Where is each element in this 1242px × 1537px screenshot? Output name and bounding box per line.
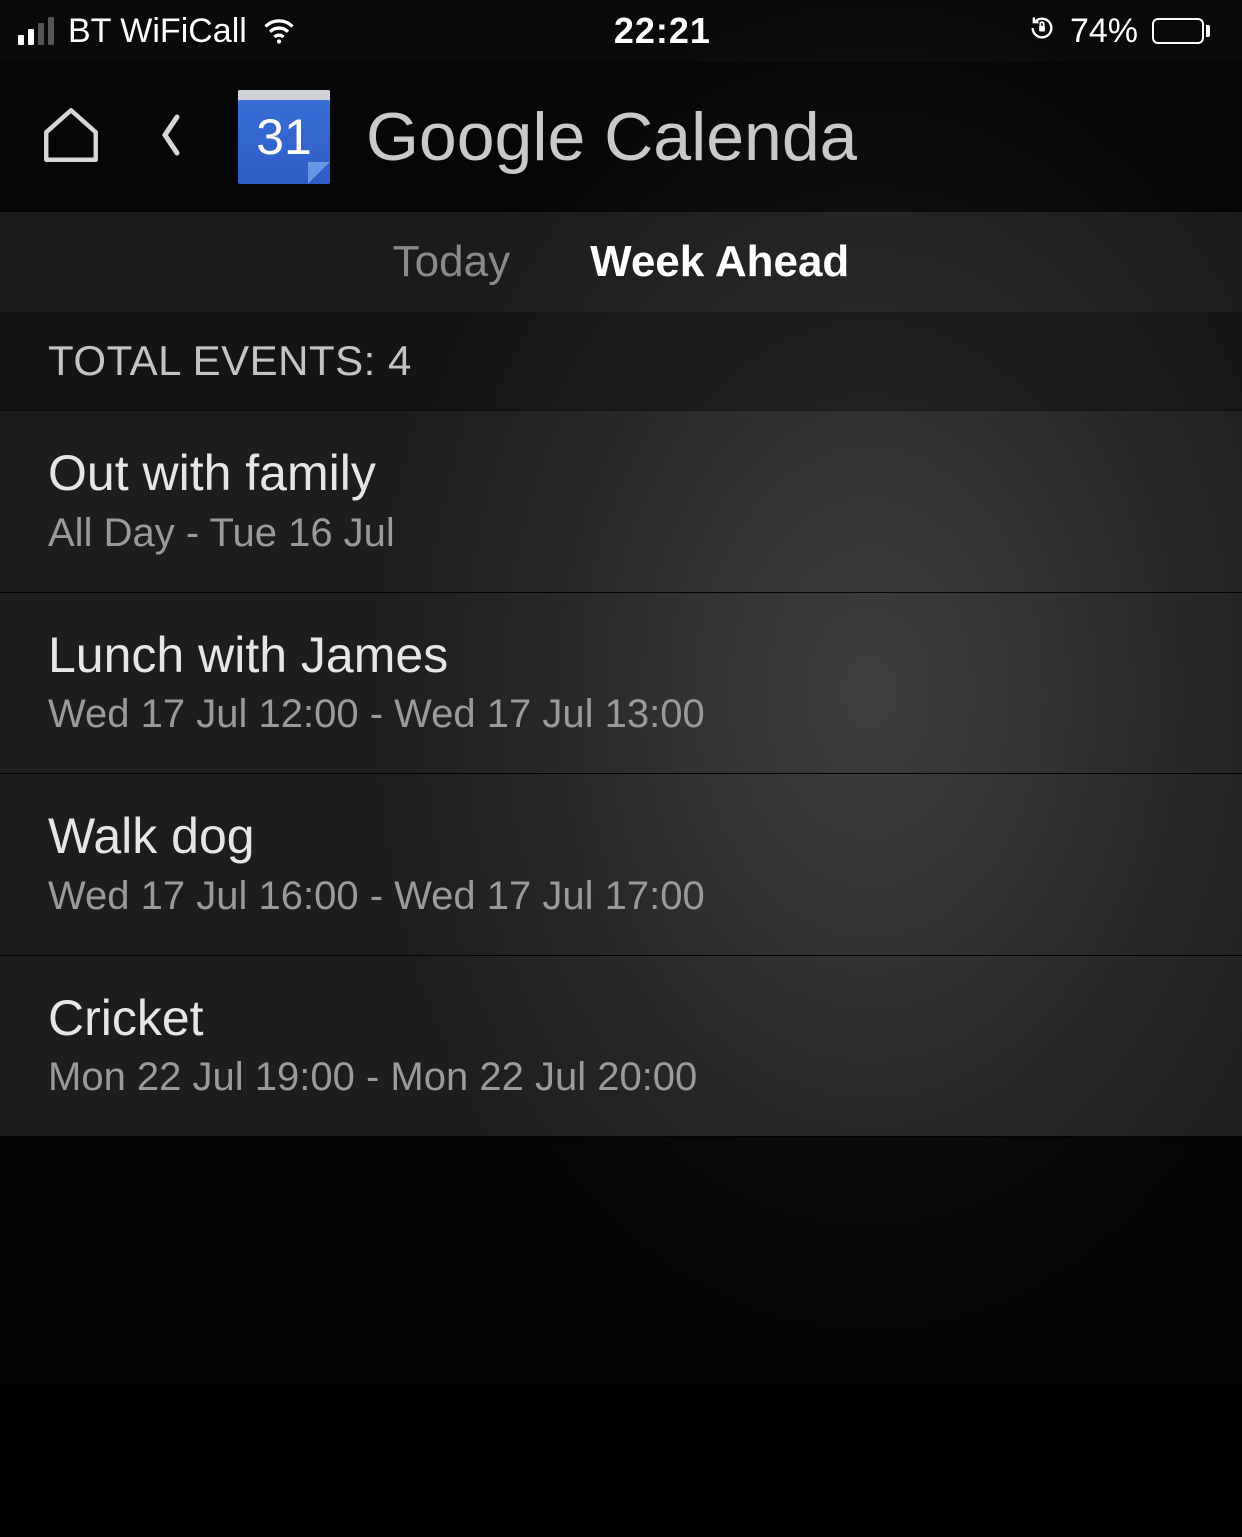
calendar-icon-day: 31: [256, 108, 312, 166]
event-time: Wed 17 Jul 12:00 - Wed 17 Jul 13:00: [48, 692, 1194, 737]
event-row[interactable]: Lunch with James Wed 17 Jul 12:00 - Wed 1…: [0, 593, 1242, 775]
rotation-lock-icon: [1028, 12, 1056, 51]
home-button[interactable]: [38, 102, 104, 173]
app-header: 31 Google Calenda: [0, 62, 1242, 212]
events-list: Out with family All Day - Tue 16 Jul Lunch…: [0, 410, 1242, 1137]
wifi-icon: [261, 13, 297, 49]
event-row[interactable]: Cricket Mon 22 Jul 19:00 - Mon 22 Jul 20:…: [0, 956, 1242, 1138]
battery-icon: [1152, 18, 1210, 44]
empty-space: [0, 1137, 1242, 1537]
status-bar: BT WiFiCall 22:21 74%: [0, 0, 1242, 62]
event-time: Mon 22 Jul 19:00 - Mon 22 Jul 20:00: [48, 1055, 1194, 1100]
event-title: Cricket: [48, 990, 1194, 1048]
carrier-label: BT WiFiCall: [68, 12, 247, 51]
google-calendar-icon: 31: [238, 90, 330, 184]
event-row[interactable]: Out with family All Day - Tue 16 Jul: [0, 410, 1242, 593]
event-title: Lunch with James: [48, 627, 1194, 685]
tab-week-ahead[interactable]: Week Ahead: [590, 237, 849, 287]
signal-strength-icon: [18, 17, 54, 45]
event-time: All Day - Tue 16 Jul: [48, 511, 1194, 556]
event-row[interactable]: Walk dog Wed 17 Jul 16:00 - Wed 17 Jul 17…: [0, 774, 1242, 956]
back-button[interactable]: [156, 111, 186, 164]
tab-bar: Today Week Ahead: [0, 212, 1242, 312]
event-title: Out with family: [48, 445, 1194, 503]
page-title: Google Calenda: [366, 98, 857, 176]
total-events-label: TOTAL EVENTS: 4: [0, 312, 1242, 410]
event-title: Walk dog: [48, 808, 1194, 866]
clock-time: 22:21: [614, 10, 711, 52]
battery-percent-label: 74%: [1070, 12, 1138, 51]
tab-today[interactable]: Today: [393, 237, 510, 287]
event-time: Wed 17 Jul 16:00 - Wed 17 Jul 17:00: [48, 874, 1194, 919]
